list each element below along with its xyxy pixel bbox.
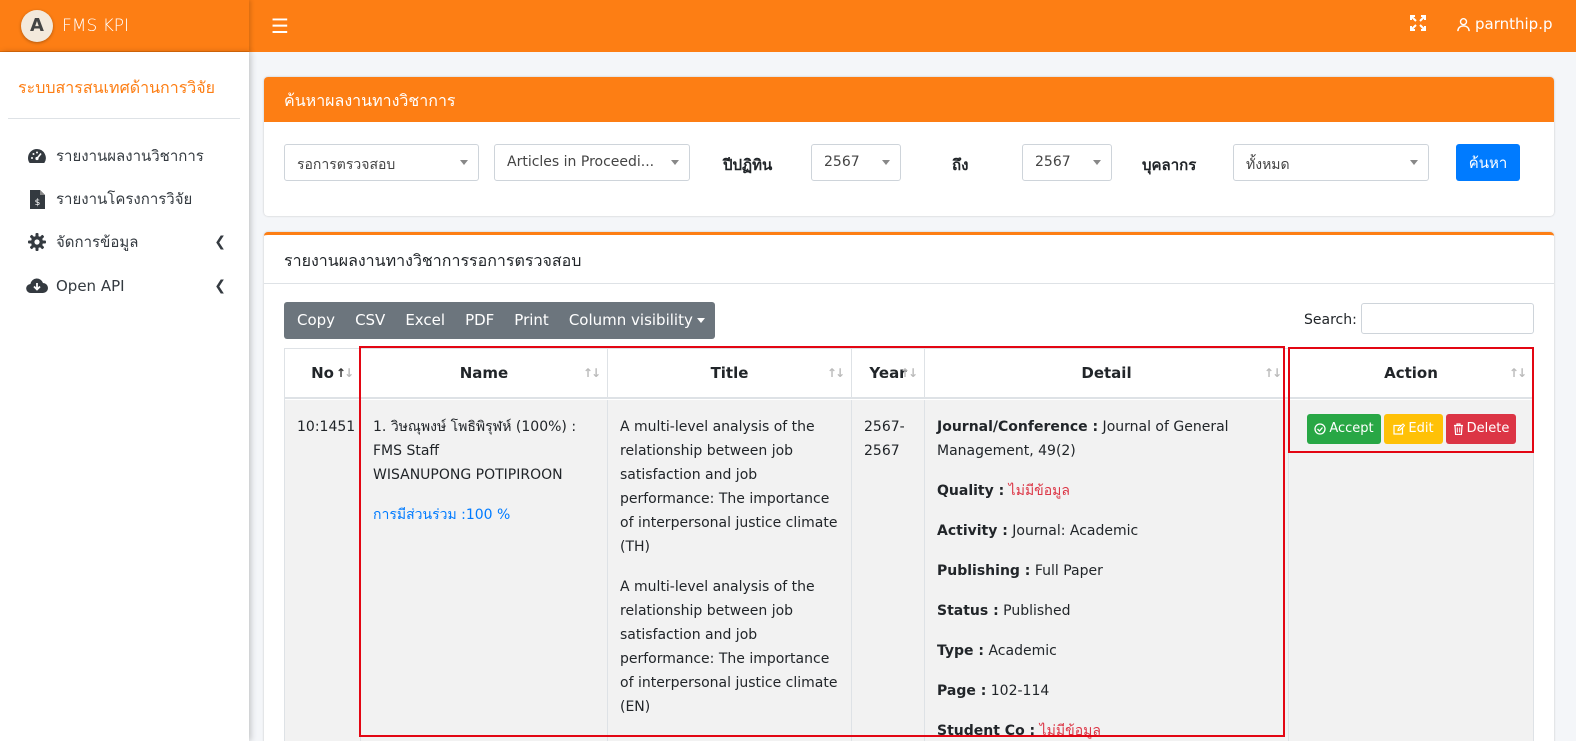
sidebar: ระบบสารสนเทศด้านการวิจัย รายงานผลงานวิชา…	[0, 52, 249, 741]
excel-button[interactable]: Excel	[395, 302, 455, 339]
sidebar-item-manage-data[interactable]: จัดการข้อมูล ❮	[26, 228, 236, 256]
year-to-select[interactable]: 2567	[1022, 144, 1112, 181]
export-button-group: Copy CSV Excel PDF Print Column visibili…	[284, 302, 715, 339]
person-select[interactable]: ทั้งหมด	[1233, 144, 1429, 181]
table-search-label: Search:	[1304, 312, 1357, 328]
caret-down-icon	[671, 160, 679, 165]
report-card: รายงานผลงานทางวิชาการรอการตรวจสอบ Copy C…	[264, 232, 1554, 741]
chevron-left-icon: ❮	[214, 278, 226, 294]
caret-down-icon	[1093, 160, 1101, 165]
print-button[interactable]: Print	[504, 302, 559, 339]
sort-icon: ↑↓	[899, 366, 918, 380]
person-label: บุคลากร	[1142, 156, 1197, 174]
sidebar-item-research-project[interactable]: $ รายงานโครงการวิจัย	[26, 185, 236, 213]
table-search-input[interactable]	[1361, 303, 1534, 334]
sidebar-title[interactable]: ระบบสารสนเทศด้านการวิจัย	[18, 76, 215, 101]
sidebar-item-label: จัดการข้อมูล	[56, 233, 139, 251]
trash-icon	[1453, 423, 1463, 435]
column-header-name[interactable]: Name ↑↓	[361, 349, 608, 399]
column-header-action[interactable]: Action ↑↓	[1289, 349, 1533, 399]
sort-icon: ↑↓	[582, 366, 601, 380]
column-header-no[interactable]: No ↑↓	[285, 349, 361, 399]
file-invoice-icon: $	[26, 189, 48, 209]
user-name: parnthip.p	[1475, 15, 1553, 33]
svg-text:$: $	[34, 198, 40, 208]
report-table: No ↑↓ Name ↑↓ Title ↑↓ Year ↑↓ Detail ↑↓…	[284, 348, 1534, 741]
fullscreen-icon[interactable]	[1409, 14, 1427, 37]
pdf-button[interactable]: PDF	[455, 302, 504, 339]
sidebar-item-open-api[interactable]: Open API ❮	[26, 272, 236, 300]
brand-logo-icon: A	[21, 9, 53, 42]
cell-action: Accept Edit Delete	[1289, 400, 1533, 741]
sort-icon: ↑↓	[826, 366, 845, 380]
sidebar-item-academic-report[interactable]: รายงานผลงานวิชาการ	[26, 142, 236, 170]
cell-no: 10:1451	[285, 400, 361, 741]
participation-link[interactable]: การมีส่วนร่วม :100 %	[373, 503, 595, 527]
caret-down-icon	[696, 318, 705, 323]
report-title: รายงานผลงานทางวิชาการรอการตรวจสอบ	[284, 251, 582, 270]
caret-down-icon	[882, 160, 890, 165]
chevron-left-icon: ❮	[214, 234, 226, 250]
csv-button[interactable]: CSV	[345, 302, 395, 339]
hamburger-menu-icon[interactable]: ☰	[271, 14, 289, 38]
sidebar-item-label: Open API	[56, 277, 125, 295]
status-select[interactable]: รอการตรวจสอบ	[284, 144, 479, 181]
cell-title: A multi-level analysis of the relationsh…	[608, 400, 852, 741]
sidebar-item-label: รายงานผลงานวิชาการ	[56, 147, 204, 165]
column-visibility-button[interactable]: Column visibility	[559, 302, 715, 339]
cell-name: 1. วิษณุพงษ์ โพธิพิรุฬห์ (100%) : FMS St…	[361, 400, 608, 741]
sort-icon: ↑↓	[1263, 366, 1282, 380]
brand-name: FMS KPI	[62, 15, 130, 36]
caret-down-icon	[460, 160, 468, 165]
accept-button[interactable]: Accept	[1307, 414, 1381, 444]
delete-button[interactable]: Delete	[1446, 414, 1516, 444]
type-select[interactable]: Articles in Proceedi...	[494, 144, 690, 181]
edit-icon	[1393, 423, 1406, 435]
cell-detail: Journal/Conference : Journal of General …	[925, 400, 1289, 741]
caret-down-icon	[1410, 160, 1418, 165]
search-button[interactable]: ค้นหา	[1456, 144, 1520, 181]
check-circle-icon	[1314, 423, 1326, 435]
year-label: ปีปฏิทิน	[723, 156, 773, 174]
search-card-title: ค้นหาผลงานทางวิชาการ	[264, 77, 1554, 122]
dashboard-icon	[26, 146, 48, 166]
brand-link[interactable]: A FMS KPI	[0, 0, 249, 52]
edit-button[interactable]: Edit	[1384, 414, 1443, 444]
column-header-detail[interactable]: Detail ↑↓	[925, 349, 1289, 399]
user-icon	[1457, 17, 1470, 31]
column-header-title[interactable]: Title ↑↓	[608, 349, 852, 399]
sidebar-item-label: รายงานโครงการวิจัย	[56, 190, 193, 208]
sort-icon: ↑↓	[1508, 366, 1527, 380]
report-divider	[264, 283, 1554, 284]
cloud-download-icon	[26, 276, 48, 296]
sidebar-divider	[8, 118, 240, 119]
year-from-select[interactable]: 2567	[811, 144, 901, 181]
gear-icon	[26, 232, 48, 252]
search-card: ค้นหาผลงานทางวิชาการ รอการตรวจสอบ Articl…	[264, 77, 1554, 216]
to-label: ถึง	[952, 156, 969, 174]
user-menu[interactable]: parnthip.p	[1456, 15, 1553, 33]
column-header-year[interactable]: Year ↑↓	[852, 349, 925, 399]
cell-year: 2567- 2567	[852, 400, 925, 741]
copy-button[interactable]: Copy	[284, 302, 345, 339]
sort-icon: ↑↓	[335, 366, 354, 380]
